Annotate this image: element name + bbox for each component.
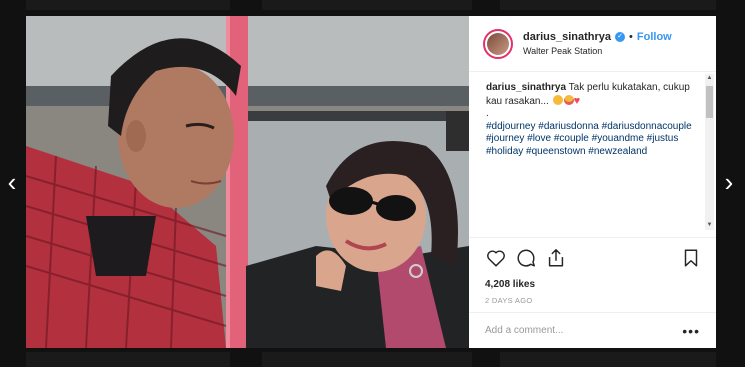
post-photo-illustration (26, 16, 469, 348)
comment-input[interactable] (485, 325, 683, 336)
post-photo[interactable] (26, 16, 469, 348)
post-timestamp: 2 DAYS AGO (485, 296, 533, 305)
username-link[interactable]: darius_sinathrya (523, 31, 611, 43)
scroll-thumb[interactable] (706, 86, 713, 118)
post-header: darius_sinathrya ✓ • Follow Walter Peak … (469, 16, 716, 72)
share-upload-icon (548, 248, 564, 267)
avatar[interactable] (483, 28, 513, 59)
caption-area: darius_sinathrya Tak perlu kukatakan, cu… (469, 72, 716, 237)
next-post-arrow-icon[interactable]: › (719, 168, 739, 196)
header-separator: • (629, 31, 633, 43)
caption-dot: . (486, 108, 489, 119)
post-header-text: darius_sinathrya ✓ • Follow Walter Peak … (523, 31, 672, 56)
grinning-face-emoji-icon (552, 94, 563, 105)
more-options-button[interactable]: ••• (682, 323, 700, 339)
verified-badge-icon: ✓ (615, 32, 626, 42)
scroll-up-arrow-icon[interactable]: ▲ (705, 74, 714, 83)
share-button[interactable] (545, 247, 567, 269)
post-sidebar: darius_sinathrya ✓ • Follow Walter Peak … (469, 16, 716, 348)
caption: darius_sinathrya Tak perlu kukatakan, cu… (486, 82, 698, 108)
bookmark-icon (684, 248, 698, 267)
like-button[interactable] (485, 247, 507, 269)
previous-post-arrow-icon[interactable]: ‹ (2, 168, 22, 196)
post-header-row: darius_sinathrya ✓ • Follow (523, 31, 672, 43)
caption-hashtags[interactable]: #ddjourney #dariusdonna #dariusdonnacoup… (486, 121, 698, 159)
post-modal: darius_sinathrya ✓ • Follow Walter Peak … (26, 16, 716, 348)
red-heart-emoji-icon: ♥ (573, 94, 581, 107)
like-count[interactable]: 4,208 likes (469, 277, 716, 292)
location-link[interactable]: Walter Peak Station (523, 46, 672, 56)
caption-username-link[interactable]: darius_sinathrya (486, 82, 566, 93)
comment-bubble-icon (517, 249, 535, 267)
caption-scrollbar[interactable]: ▲ ▼ (705, 74, 714, 230)
scroll-down-arrow-icon[interactable]: ▼ (705, 221, 714, 230)
comment-button[interactable] (515, 247, 537, 269)
follow-button[interactable]: Follow (637, 31, 672, 43)
save-button[interactable] (680, 247, 702, 269)
kissing-face-emoji-icon (563, 94, 574, 105)
add-comment-section: ••• (469, 312, 716, 348)
avatar-image (487, 32, 509, 55)
heart-outline-icon (487, 250, 505, 267)
post-actions (469, 237, 716, 277)
